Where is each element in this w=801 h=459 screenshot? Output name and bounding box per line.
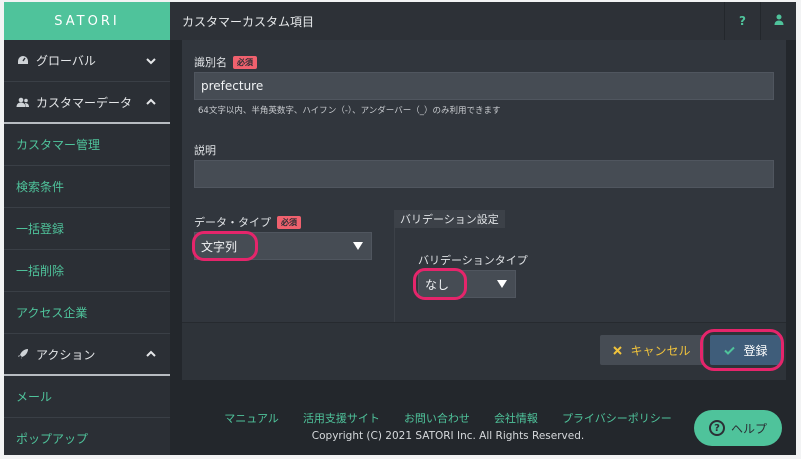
description-label: 説明 bbox=[194, 142, 216, 158]
chevron-up-icon bbox=[144, 347, 158, 361]
dropdown-arrow-icon bbox=[497, 280, 507, 288]
sidebar-item-customer-management[interactable]: カスタマー管理 bbox=[4, 124, 170, 166]
close-icon bbox=[613, 345, 623, 355]
description-input[interactable] bbox=[194, 160, 774, 188]
sidebar-item-bulk-register[interactable]: 一括登録 bbox=[4, 208, 170, 250]
form-actions: キャンセル 登録 bbox=[182, 322, 786, 380]
sidebar-group-label: カスタマーデータ bbox=[36, 95, 133, 110]
identifier-label: 識別名 必須 bbox=[194, 54, 257, 70]
validation-section-title: バリデーション設定 bbox=[394, 210, 505, 228]
footer-link-contact[interactable]: お問い合わせ bbox=[404, 410, 470, 426]
help-circle-icon: ? bbox=[708, 420, 725, 436]
rocket-icon bbox=[16, 348, 30, 360]
sidebar-item-mail[interactable]: メール bbox=[4, 376, 170, 418]
top-bar: カスタマーカスタム項目 ? bbox=[170, 2, 796, 40]
required-badge: 必須 bbox=[233, 55, 257, 69]
cancel-button[interactable]: キャンセル bbox=[600, 335, 704, 365]
annotation-highlight bbox=[413, 268, 467, 300]
app-window: SATORI グローバル カスタマーデータ カスタマー管理 検索条件 一括登録 … bbox=[4, 2, 796, 455]
description-label-text: 説明 bbox=[194, 144, 216, 157]
data-type-label: データ・タイプ 必須 bbox=[194, 214, 301, 230]
identifier-label-text: 識別名 bbox=[194, 56, 227, 69]
sidebar-group-customer-data[interactable]: カスタマーデータ bbox=[4, 82, 170, 124]
users-icon bbox=[16, 96, 30, 108]
sidebar-item-popup[interactable]: ポップアップ bbox=[4, 418, 170, 455]
dashboard-icon bbox=[16, 55, 30, 67]
footer-link-support-site[interactable]: 活用支援サイト bbox=[303, 410, 380, 426]
validation-type-label-text: バリデーションタイプ bbox=[418, 254, 528, 267]
sidebar-group-action[interactable]: アクション bbox=[4, 334, 170, 376]
sidebar-item-search-conditions[interactable]: 検索条件 bbox=[4, 166, 170, 208]
sidebar-item-bulk-delete[interactable]: 一括削除 bbox=[4, 250, 170, 292]
required-badge: 必須 bbox=[277, 215, 301, 229]
custom-field-form: 識別名 必須 prefecture 64文字以内、半角英数字、ハイフン（-）、ア… bbox=[182, 40, 786, 380]
sidebar-group-global[interactable]: グローバル bbox=[4, 40, 170, 82]
logo: SATORI bbox=[4, 2, 170, 40]
footer-link-privacy[interactable]: プライバシーポリシー bbox=[562, 410, 672, 426]
help-button-label: ヘルプ bbox=[730, 421, 767, 436]
identifier-hint: 64文字以内、半角英数字、ハイフン（-）、アンダーバー（_）のみ利用できます bbox=[198, 106, 501, 116]
main-content: カスタマーカスタム項目 ? 識別名 必須 prefecture 64文字以内、半… bbox=[170, 2, 796, 455]
footer-link-manual[interactable]: マニュアル bbox=[224, 410, 279, 426]
annotation-highlight bbox=[700, 329, 784, 371]
help-button[interactable]: ? ヘルプ bbox=[694, 410, 782, 446]
cancel-button-label: キャンセル bbox=[630, 343, 691, 358]
identifier-input[interactable]: prefecture bbox=[194, 72, 774, 100]
page-title: カスタマーカスタム項目 bbox=[182, 14, 315, 29]
annotation-highlight bbox=[192, 231, 258, 261]
help-question-button[interactable]: ? bbox=[724, 2, 760, 40]
data-type-label-text: データ・タイプ bbox=[194, 216, 271, 229]
dropdown-arrow-icon bbox=[353, 242, 363, 250]
footer-link-company[interactable]: 会社情報 bbox=[494, 410, 538, 426]
sidebar-group-label: グローバル bbox=[36, 54, 96, 68]
chevron-up-icon bbox=[144, 95, 158, 109]
user-icon bbox=[774, 14, 784, 28]
sidebar-item-access-companies[interactable]: アクセス企業 bbox=[4, 292, 170, 334]
chevron-down-icon bbox=[144, 54, 158, 68]
sidebar: SATORI グローバル カスタマーデータ カスタマー管理 検索条件 一括登録 … bbox=[4, 2, 170, 455]
sidebar-group-label: アクション bbox=[36, 347, 96, 362]
validation-type-label: バリデーションタイプ bbox=[418, 252, 528, 268]
user-menu-button[interactable] bbox=[760, 2, 796, 40]
